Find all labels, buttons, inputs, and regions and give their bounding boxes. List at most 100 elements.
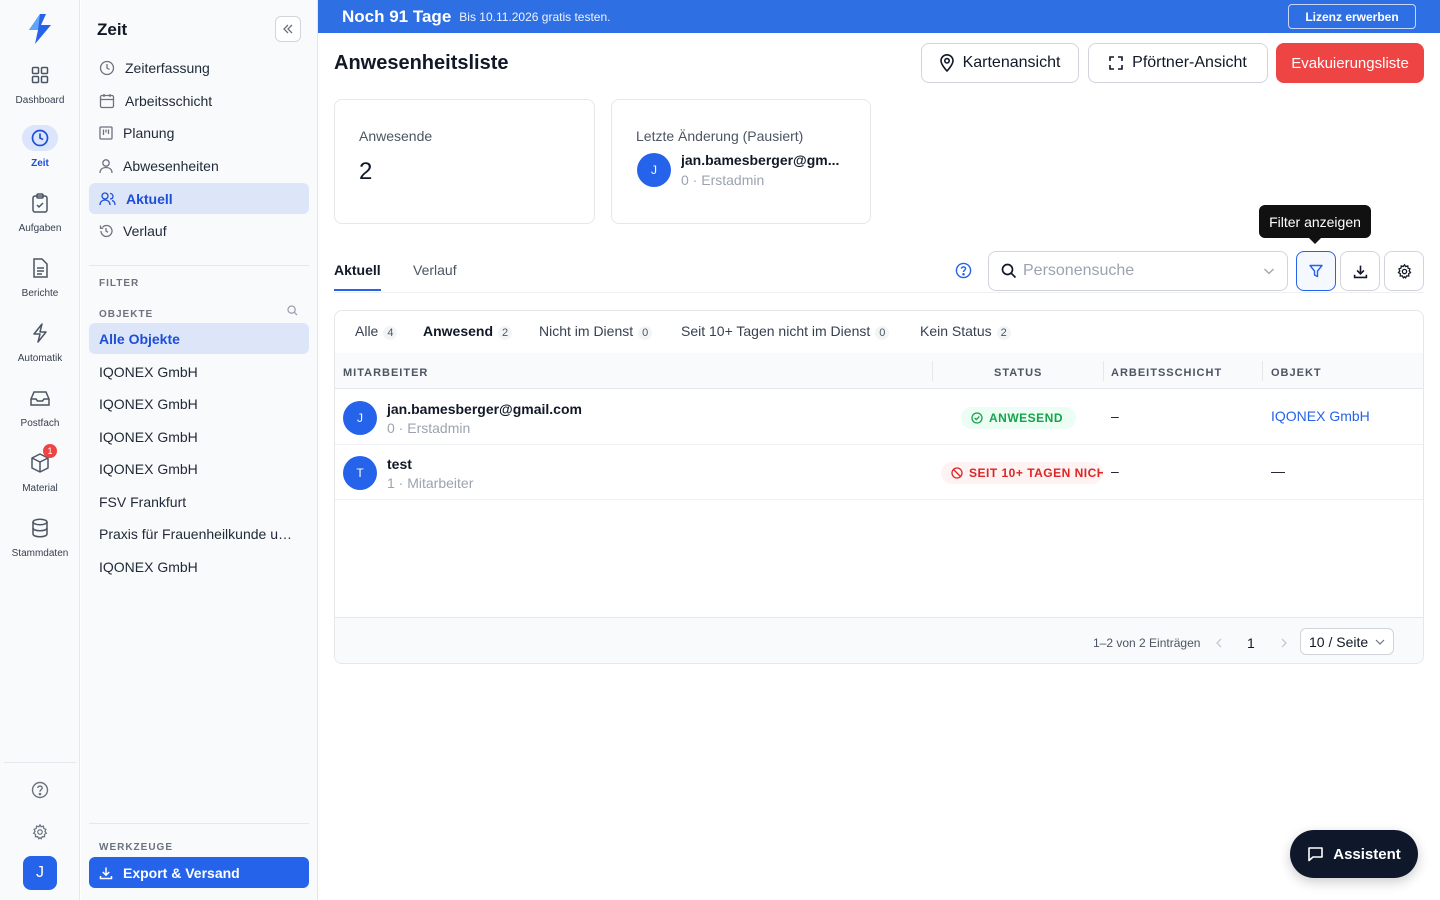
- evacuation-list-button[interactable]: Evakuierungsliste: [1276, 43, 1424, 83]
- sidebar-item-label: Aktuell: [126, 190, 173, 207]
- filter-button[interactable]: [1296, 251, 1336, 291]
- column-header-status[interactable]: STATUS: [994, 367, 1042, 379]
- table-header: MITARBEITER STATUS ARBEITSSCHICHT OBJEKT: [335, 353, 1423, 389]
- object-item[interactable]: IQONEX GmbH: [89, 551, 309, 582]
- filter-tab-count: 0: [875, 326, 890, 340]
- person-search-input[interactable]: Personensuche: [988, 251, 1288, 291]
- user-avatar[interactable]: J: [23, 856, 57, 890]
- page-title: Anwesenheitsliste: [334, 52, 509, 74]
- object-item-label: IQONEX GmbH: [99, 428, 198, 445]
- app-logo-icon[interactable]: [26, 12, 54, 46]
- sidebar-item-planung[interactable]: Planung: [89, 117, 309, 148]
- gatekeeper-view-label: Pförtner-Ansicht: [1132, 54, 1247, 71]
- table-row[interactable]: T test 1 · Mitarbeiter SEIT 10+ TAGEN NI…: [335, 445, 1423, 500]
- object-item[interactable]: IQONEX GmbH: [89, 388, 309, 419]
- filter-tab-off-duty-10-days[interactable]: Seit 10+ Tagen nicht im Dienst 0: [681, 323, 890, 340]
- export-button[interactable]: Export & Versand: [89, 857, 309, 888]
- column-header-object[interactable]: OBJEKT: [1271, 367, 1322, 379]
- column-header-employee[interactable]: MITARBEITER: [343, 367, 428, 379]
- chevron-left-icon[interactable]: [1215, 638, 1223, 648]
- rail-item-material[interactable]: 1 Material: [0, 444, 80, 506]
- present-count-card: Anwesende 2: [334, 99, 595, 224]
- clock-icon: [22, 125, 58, 151]
- last-change-user-name: jan.bamesberger@gm...: [681, 152, 840, 168]
- object-cell: —: [1271, 463, 1285, 479]
- page-size-select[interactable]: 10 / Seite: [1300, 628, 1394, 655]
- buy-license-button[interactable]: Lizenz erwerben: [1288, 4, 1416, 29]
- sidebar-item-verlauf[interactable]: Verlauf: [89, 215, 309, 246]
- object-item-all[interactable]: Alle Objekte: [89, 323, 309, 354]
- help-circle-icon[interactable]: [955, 262, 972, 279]
- location-pin-icon: [939, 54, 954, 72]
- object-item[interactable]: IQONEX GmbH: [89, 453, 309, 484]
- employee-role: 1 · Mitarbeiter: [387, 475, 474, 491]
- trial-subtitle: Bis 10.11.2026 gratis testen.: [459, 9, 611, 24]
- sidebar-item-abwesenheiten[interactable]: Abwesenheiten: [89, 150, 309, 181]
- prohibited-icon: [951, 467, 963, 479]
- settings-icon[interactable]: [28, 820, 52, 844]
- present-count-value: 2: [359, 158, 373, 185]
- rail-item-postfach[interactable]: Postfach: [0, 385, 80, 441]
- box-icon: 1: [22, 444, 58, 476]
- tab-aktuell[interactable]: Aktuell: [334, 262, 381, 291]
- filter-tab-count: 4: [383, 326, 398, 340]
- search-placeholder: Personensuche: [1023, 262, 1135, 279]
- assistant-button[interactable]: Assistent: [1290, 830, 1418, 878]
- map-view-label: Kartenansicht: [962, 54, 1061, 71]
- attendance-table: Alle 4 Anwesend 2 Nicht im Dienst 0 Seit 10…: [334, 310, 1424, 664]
- icon-rail: Dashboard Zeit Aufgaben Berichte Automat…: [0, 0, 80, 900]
- search-icon: [1001, 263, 1017, 279]
- rail-item-aufgaben[interactable]: Aufgaben: [0, 190, 80, 246]
- sidebar-item-aktuell[interactable]: Aktuell: [89, 183, 309, 214]
- filter-tab-present[interactable]: Anwesend 2: [423, 323, 513, 340]
- table-row[interactable]: J jan.bamesberger@gmail.com 0 · Erstadmi…: [335, 390, 1423, 445]
- tabs-divider: [334, 292, 1424, 293]
- sidebar-item-arbeitsschicht[interactable]: Arbeitsschicht: [89, 85, 309, 116]
- column-header-shift[interactable]: ARBEITSSCHICHT: [1111, 367, 1222, 379]
- sidebar-item-label: Planung: [123, 124, 175, 141]
- rail-item-berichte[interactable]: Berichte: [0, 255, 80, 311]
- help-icon[interactable]: [28, 778, 52, 802]
- last-change-user-role: 0 · Erstadmin: [681, 172, 765, 188]
- filter-tab-no-status[interactable]: Kein Status 2: [920, 323, 1011, 340]
- object-item-label: IQONEX GmbH: [99, 395, 198, 412]
- object-item-label: IQONEX GmbH: [99, 558, 198, 575]
- settings-button[interactable]: [1384, 251, 1424, 291]
- chevron-right-icon[interactable]: [1280, 638, 1288, 648]
- map-view-button[interactable]: Kartenansicht: [921, 43, 1079, 83]
- status-text: SEIT 10+ TAGEN NICHT IM DIENST: [969, 466, 1103, 480]
- rail-label: Aufgaben: [18, 223, 62, 234]
- object-item[interactable]: FSV Frankfurt: [89, 486, 309, 517]
- filter-tab-off-duty[interactable]: Nicht im Dienst 0: [539, 323, 653, 340]
- filter-tab-label: Nicht im Dienst: [539, 323, 634, 339]
- filter-tab-count: 0: [638, 326, 653, 340]
- employee-role: 0 · Erstadmin: [387, 420, 471, 436]
- clipboard-icon: [22, 190, 58, 216]
- sidebar-item-zeiterfassung[interactable]: Zeiterfassung: [89, 52, 309, 83]
- trial-banner: Noch 91 Tage Bis 10.11.2026 gratis teste…: [318, 0, 1440, 33]
- rail-item-dashboard[interactable]: Dashboard: [0, 62, 80, 118]
- download-icon: [99, 867, 113, 879]
- object-link[interactable]: IQONEX GmbH: [1271, 408, 1370, 424]
- double-chevron-left-icon: [283, 24, 293, 34]
- column-divider: [1262, 361, 1263, 381]
- employee-name[interactable]: test: [387, 456, 412, 472]
- gatekeeper-view-button[interactable]: Pförtner-Ansicht: [1088, 43, 1268, 83]
- download-button[interactable]: [1340, 251, 1380, 291]
- sidebar-item-label: Zeiterfassung: [125, 59, 210, 76]
- object-item[interactable]: Praxis für Frauenheilkunde un…: [89, 518, 309, 549]
- filter-tab-all[interactable]: Alle 4: [355, 323, 398, 340]
- search-icon[interactable]: [287, 305, 298, 316]
- tab-verlauf[interactable]: Verlauf: [413, 262, 457, 289]
- page-number[interactable]: 1: [1247, 635, 1255, 651]
- object-item[interactable]: IQONEX GmbH: [89, 356, 309, 387]
- rail-item-zeit[interactable]: Zeit: [0, 125, 80, 181]
- collapse-sidebar-button[interactable]: [275, 16, 301, 42]
- shift-cell: –: [1111, 408, 1119, 424]
- rail-item-stammdaten[interactable]: Stammdaten: [0, 515, 80, 571]
- chevron-down-icon: [1264, 268, 1274, 275]
- employee-name[interactable]: jan.bamesberger@gmail.com: [387, 401, 582, 417]
- users-icon: [99, 191, 116, 205]
- object-item[interactable]: IQONEX GmbH: [89, 421, 309, 452]
- rail-item-automatik[interactable]: Automatik: [0, 320, 80, 376]
